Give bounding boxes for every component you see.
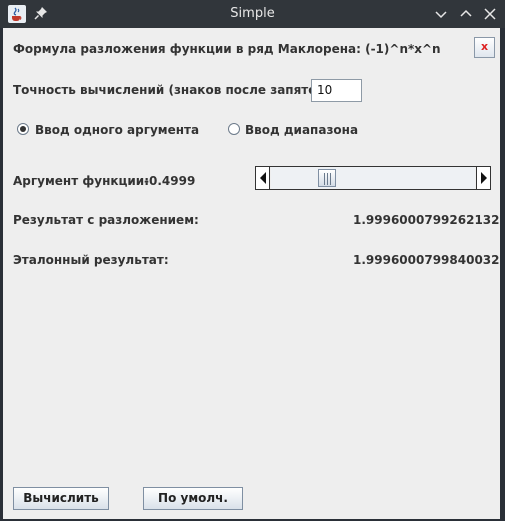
window-title: Simple (230, 6, 275, 21)
close-icon[interactable] (481, 5, 499, 23)
radio-range-label[interactable]: Ввод диапазона (245, 123, 358, 137)
default-button[interactable]: По умолч. (143, 487, 243, 510)
series-result-value: 1.9996000799262132 (353, 213, 500, 227)
title-bar: Simple (0, 0, 505, 28)
main-panel: Формула разложения функции в ряд Маклоре… (3, 28, 500, 519)
radio-range[interactable] (228, 123, 240, 135)
radio-single-argument[interactable] (17, 123, 29, 135)
argument-label: Аргумент функции: (13, 174, 150, 188)
reference-result-value: 1.9996000799840032 (353, 253, 500, 267)
chevron-up-icon[interactable] (457, 5, 475, 23)
precision-input[interactable]: 10 (311, 79, 362, 102)
slider-thumb[interactable] (318, 169, 336, 187)
chevron-right-icon[interactable] (476, 167, 490, 189)
argument-value: -0.4999 (144, 174, 196, 188)
formula-label: Формула разложения функции в ряд Маклоре… (13, 42, 441, 56)
argument-slider[interactable] (255, 166, 491, 190)
radio-single-argument-label[interactable]: Ввод одного аргумента (35, 123, 199, 137)
reference-result-label: Эталонный результат: (13, 253, 169, 267)
chevron-down-icon[interactable] (432, 5, 450, 23)
close-button[interactable]: x (474, 37, 495, 58)
slider-track[interactable] (271, 167, 475, 189)
chevron-left-icon[interactable] (256, 167, 270, 189)
radio-selected-dot (20, 126, 26, 132)
series-result-label: Результат с разложением: (13, 213, 199, 227)
precision-label: Точность вычислений (знаков после запято… (13, 83, 336, 97)
calculate-button[interactable]: Вычислить (13, 487, 109, 510)
